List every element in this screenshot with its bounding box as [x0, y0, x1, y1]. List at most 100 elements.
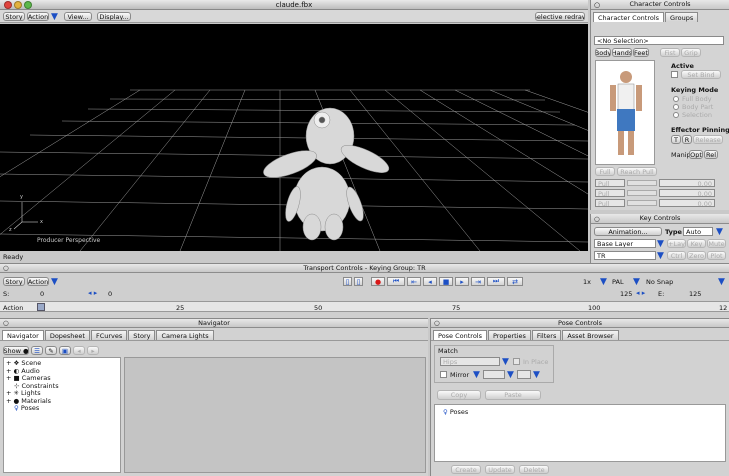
keying-group-dropdown-icon[interactable]: ▼	[657, 252, 664, 261]
play-icon[interactable]: ▸	[455, 277, 469, 286]
go-to-start-icon[interactable]: ⏮	[387, 277, 405, 286]
next-key-icon[interactable]: ⇥	[471, 277, 485, 286]
update-button[interactable]: Update	[485, 465, 515, 474]
tree-item[interactable]: ♀ Poses	[6, 404, 118, 413]
zero-button[interactable]: Zero	[687, 251, 706, 260]
pull-value[interactable]: 0.00	[659, 179, 715, 187]
frame-step-icon[interactable]: ◂ ▸	[88, 289, 97, 297]
panel-close-icon[interactable]: ○	[594, 1, 600, 9]
active-checkbox[interactable]	[671, 71, 678, 78]
ctrl-button[interactable]: Ctrl	[667, 251, 686, 260]
playback-rate[interactable]: 1x	[583, 278, 591, 286]
pull-value[interactable]: 0.00	[659, 199, 715, 207]
mirror-plane-select[interactable]	[483, 370, 505, 379]
mirror-extra-select[interactable]	[517, 370, 531, 379]
rate-dropdown-icon[interactable]: ▼	[600, 278, 607, 287]
tab-camera-lights[interactable]: Camera Lights	[156, 330, 214, 340]
end-value[interactable]: 125	[689, 290, 701, 298]
transport-action-button[interactable]: Action	[27, 277, 49, 286]
loop-end-icon[interactable]: ▯	[354, 277, 363, 286]
create-button[interactable]: Create	[451, 465, 481, 474]
frame-format[interactable]: PAL	[612, 278, 624, 286]
paste-button[interactable]: Paste	[485, 390, 541, 400]
action-button[interactable]: Action	[27, 12, 49, 21]
timeline[interactable]: Action 25 50 75 100 12	[0, 301, 729, 312]
expand-icon[interactable]: +	[6, 397, 14, 405]
loop-start-icon[interactable]: ▯	[343, 277, 352, 286]
in-place-checkbox[interactable]	[513, 358, 520, 365]
tab-fcurves[interactable]: FCurves	[90, 330, 128, 340]
record-icon[interactable]: ●	[371, 277, 385, 286]
match-select[interactable]: Hips	[440, 357, 500, 366]
start-frame[interactable]: 0	[108, 290, 112, 298]
tab-pose-controls[interactable]: Pose Controls	[433, 330, 487, 340]
scene-tree[interactable]: + ❖ Scene + ◐ Audio + ■ Cameras ⊹ Constr…	[3, 357, 121, 473]
pose-list[interactable]: ♀ Poses	[434, 404, 726, 462]
delete-icon[interactable]: ▣	[59, 346, 71, 355]
hands-tab[interactable]: Hands	[612, 48, 632, 57]
type-select[interactable]: Auto	[683, 227, 713, 236]
tab-story[interactable]: Story	[128, 330, 156, 340]
transport-action-dropdown-icon[interactable]: ▼	[51, 278, 58, 287]
snap-mode[interactable]: No Snap	[646, 278, 673, 286]
panel-close-icon[interactable]: ○	[3, 264, 9, 272]
mirror-plane-dropdown-icon[interactable]: ▼	[507, 371, 514, 380]
reach-pull-button[interactable]: Reach Pull	[617, 167, 657, 176]
display-button[interactable]: Display...	[97, 12, 131, 21]
go-to-end-icon[interactable]: ⏭	[487, 277, 505, 286]
forward-icon[interactable]: ▸	[87, 346, 99, 355]
keying-mode-body-part[interactable]: Body Part	[673, 103, 713, 111]
snap-dropdown-icon[interactable]: ▼	[718, 278, 725, 287]
viewport[interactable]: y x z Producer Perspective	[0, 24, 588, 251]
pose-list-item[interactable]: ♀ Poses	[443, 408, 725, 416]
keying-mode-selection[interactable]: Selection	[673, 111, 713, 119]
key-button[interactable]: Key	[687, 239, 706, 248]
animation-button[interactable]: Animation...	[594, 227, 662, 236]
tab-filters[interactable]: Filters	[531, 330, 562, 340]
tab-navigator[interactable]: Navigator	[2, 330, 44, 340]
end-display[interactable]: 125	[620, 290, 632, 298]
match-dropdown-icon[interactable]: ▼	[502, 358, 509, 367]
pull-slider[interactable]	[627, 190, 657, 196]
format-dropdown-icon[interactable]: ▼	[633, 278, 640, 287]
panel-close-icon[interactable]: ○	[3, 319, 9, 327]
mirror-extra-dropdown-icon[interactable]: ▼	[533, 371, 540, 380]
list-view-icon[interactable]: ☰	[31, 346, 43, 355]
pull-slider[interactable]	[627, 200, 657, 206]
back-icon[interactable]: ◂	[73, 346, 85, 355]
mute-button[interactable]: Mute	[707, 239, 726, 248]
tab-dopesheet[interactable]: Dopesheet	[44, 330, 90, 340]
layer-select[interactable]: Base Layer	[594, 239, 656, 248]
panel-close-icon[interactable]: ○	[434, 319, 440, 327]
start-value[interactable]: 0	[40, 290, 44, 298]
release-button[interactable]: Release	[693, 135, 723, 144]
expand-icon[interactable]: +	[6, 374, 14, 382]
loop-icon[interactable]: ⇄	[507, 277, 523, 286]
pull-value[interactable]: 0.00	[659, 189, 715, 197]
mirror-axis-dropdown-icon[interactable]: ▼	[473, 371, 480, 380]
pull-slider[interactable]	[627, 180, 657, 186]
transport-story-button[interactable]: Story	[3, 277, 25, 286]
prev-key-icon[interactable]: ⇤	[407, 277, 421, 286]
tab-groups[interactable]: Groups	[665, 12, 699, 22]
mirror-checkbox[interactable]	[440, 371, 447, 378]
plot-button[interactable]: Plot	[707, 251, 726, 260]
fist-tab[interactable]: Fist	[660, 48, 680, 57]
stop-icon[interactable]: ■	[439, 277, 453, 286]
step-back-icon[interactable]: ◂	[423, 277, 437, 286]
tab-character-controls[interactable]: Character Controls	[593, 12, 665, 22]
set-bind-button[interactable]: Set Bind	[681, 70, 721, 79]
end-step-icon[interactable]: ◂ ▸	[636, 289, 645, 297]
timeline-playhead[interactable]	[37, 303, 45, 311]
feet-tab[interactable]: Feet	[633, 48, 649, 57]
keying-mode-full-body[interactable]: Full Body	[673, 95, 713, 103]
panel-close-icon[interactable]: ○	[594, 215, 600, 223]
manip-rel-button[interactable]: Rel	[704, 150, 718, 159]
add-layer-button[interactable]: +Lay	[667, 239, 686, 248]
keying-group-select[interactable]: TR	[594, 251, 656, 260]
pin-r-button[interactable]: R	[682, 135, 692, 144]
copy-button[interactable]: Copy	[437, 390, 481, 400]
filter-icon[interactable]: ✎	[45, 346, 57, 355]
tab-asset-browser[interactable]: Asset Browser	[562, 330, 619, 340]
story-button[interactable]: Story	[3, 12, 25, 21]
